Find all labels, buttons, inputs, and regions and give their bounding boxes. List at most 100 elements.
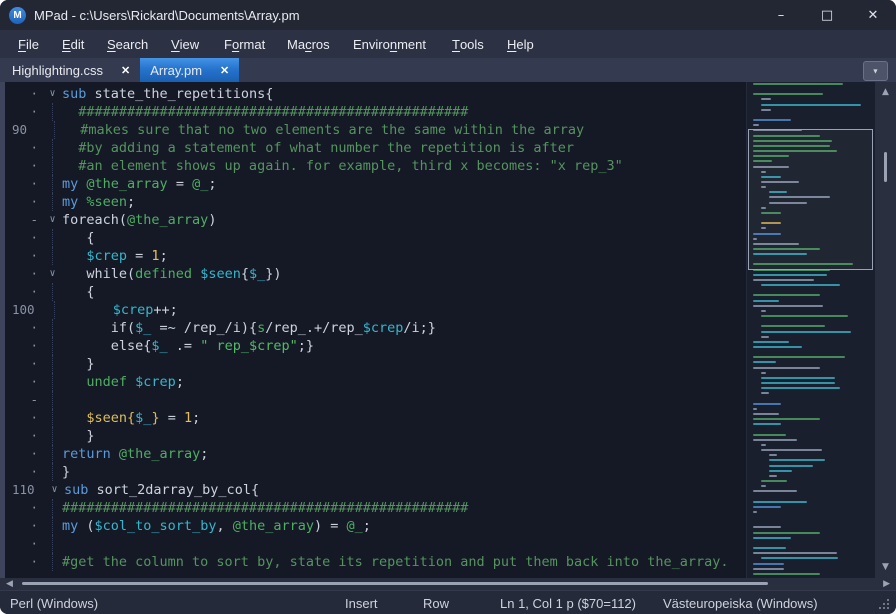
code-line: ·∨ while(defined $seen{$_}) <box>5 265 746 283</box>
code-line: ·my %seen; <box>5 193 746 211</box>
line-marker: · <box>5 535 43 553</box>
code-line: · ######################################… <box>5 103 746 121</box>
menu-item-macros[interactable]: Macros <box>287 30 330 58</box>
line-marker: · <box>5 103 43 121</box>
minimize-button[interactable]: – <box>758 0 804 30</box>
chevron-down-icon: ∨ <box>51 484 57 495</box>
code-line: ·return @the_array; <box>5 445 746 463</box>
minimap[interactable] <box>746 82 875 578</box>
line-marker: · <box>5 553 43 571</box>
indent-guide <box>43 355 62 373</box>
code-text <box>62 535 746 553</box>
line-number: 110 <box>5 481 45 499</box>
code-text: sub sort_2darray_by_col{ <box>64 481 746 499</box>
code-text: #makes sure that no two elements are the… <box>64 121 746 139</box>
code-line: ·∨sub state_the_repetitions{ <box>5 85 746 103</box>
menu-bar: File Edit Search View Format Macros Environmen… <box>0 30 896 58</box>
fold-toggle[interactable]: ∨ <box>43 265 62 283</box>
code-text: { <box>62 283 746 301</box>
menu-item-file[interactable]: File <box>18 30 39 58</box>
code-text: my %seen; <box>62 193 746 211</box>
fold-toggle[interactable]: ∨ <box>45 481 64 499</box>
indent-guide <box>43 427 62 445</box>
code-text: undef $crep; <box>62 373 746 391</box>
menu-item-tools[interactable]: Tools <box>452 30 484 58</box>
line-marker: · <box>5 445 43 463</box>
code-line: 90 #makes sure that no two elements are … <box>5 121 746 139</box>
code-line: · $crep = 1; <box>5 247 746 265</box>
code-line: · if($_ =~ /rep_/i){s/rep_.+/rep_$crep/i… <box>5 319 746 337</box>
line-marker: · <box>5 499 43 517</box>
vertical-scrollbar[interactable]: ▲ ▼ <box>875 82 896 578</box>
code-text: { <box>62 229 746 247</box>
menu-item-environment[interactable]: Environment <box>353 30 426 58</box>
line-marker: · <box>5 337 43 355</box>
code-line: · #get the column to sort by, state its r… <box>5 553 746 571</box>
scroll-up-icon[interactable]: ▲ <box>875 87 896 97</box>
status-row-mode: Row <box>423 591 449 614</box>
horizontal-scroll-thumb[interactable] <box>22 582 768 585</box>
menu-item-edit[interactable]: Edit <box>62 30 84 58</box>
title-bar: M MPad - c:\Users\Rickard\Documents\Arra… <box>0 0 896 30</box>
close-icon[interactable]: ✕ <box>121 64 130 77</box>
indent-guide <box>43 409 62 427</box>
line-number: 90 <box>5 121 45 139</box>
indent-guide <box>43 535 62 553</box>
code-text: $seen{$_} = 1; <box>62 409 746 427</box>
menu-item-search[interactable]: Search <box>107 30 148 58</box>
fold-toggle[interactable]: ∨ <box>43 211 62 229</box>
line-marker: · <box>5 247 43 265</box>
maximize-button[interactable]: □ <box>804 0 850 30</box>
indent-guide <box>43 157 62 175</box>
status-language: Perl (Windows) <box>10 591 98 614</box>
tab-highlighting.css[interactable]: Highlighting.css✕ <box>2 58 140 82</box>
tab-array.pm[interactable]: Array.pm✕ <box>140 58 239 82</box>
code-line: · #by adding a statement of what number … <box>5 139 746 157</box>
line-marker: · <box>5 319 43 337</box>
resize-grip-icon[interactable] <box>879 599 890 610</box>
indent-guide <box>43 499 62 517</box>
scroll-left-icon[interactable]: ◀ <box>6 578 13 590</box>
menu-item-format[interactable]: Format <box>224 30 265 58</box>
minimap-viewport[interactable] <box>748 129 873 271</box>
indent-guide <box>43 445 62 463</box>
code-line: ·my ($col_to_sort_by, @the_array) = @_; <box>5 517 746 535</box>
code-text: ########################################… <box>62 103 746 121</box>
fold-toggle[interactable]: ∨ <box>43 85 62 103</box>
indent-guide <box>43 283 62 301</box>
line-marker: - <box>5 211 43 229</box>
code-editor[interactable]: ·∨sub state_the_repetitions{· ##########… <box>5 82 746 578</box>
close-icon[interactable]: ✕ <box>220 64 229 77</box>
code-line: 110 ∨ sub sort_2darray_by_col{ <box>5 481 746 499</box>
scroll-right-icon[interactable]: ▶ <box>883 578 890 590</box>
code-text <box>62 391 746 409</box>
horizontal-scrollbar[interactable]: ◀ ▶ <box>0 578 896 590</box>
indent-guide <box>45 301 64 319</box>
line-marker: · <box>5 427 43 445</box>
code-line: · undef $crep; <box>5 373 746 391</box>
code-line: ·} <box>5 463 746 481</box>
status-cursor-position: Ln 1, Col 1 p ($70=112) <box>500 591 636 614</box>
code-line: · { <box>5 229 746 247</box>
tab-overflow-button[interactable]: ▼ <box>863 61 888 81</box>
code-text: } <box>62 355 746 373</box>
code-text: #get the column to sort by, state its re… <box>62 553 746 571</box>
line-marker: · <box>5 175 43 193</box>
menu-item-help[interactable]: Help <box>507 30 534 58</box>
line-marker: · <box>5 283 43 301</box>
indent-guide <box>43 391 62 409</box>
chevron-down-icon: ∨ <box>49 88 55 99</box>
vertical-scroll-thumb[interactable] <box>884 152 887 182</box>
code-text: if($_ =~ /rep_/i){s/rep_.+/rep_$crep/i;} <box>62 319 746 337</box>
chevron-down-icon: ▼ <box>872 67 879 75</box>
menu-item-view[interactable]: View <box>171 30 199 58</box>
indent-guide <box>43 229 62 247</box>
code-line: · <box>5 535 746 553</box>
close-button[interactable]: ✕ <box>850 0 896 30</box>
code-text: foreach(@the_array) <box>62 211 746 229</box>
scroll-down-icon[interactable]: ▼ <box>875 562 896 572</box>
code-text: } <box>62 463 746 481</box>
line-marker: · <box>5 463 43 481</box>
main-area: ·∨sub state_the_repetitions{· ##########… <box>0 82 896 578</box>
indent-guide <box>43 139 62 157</box>
